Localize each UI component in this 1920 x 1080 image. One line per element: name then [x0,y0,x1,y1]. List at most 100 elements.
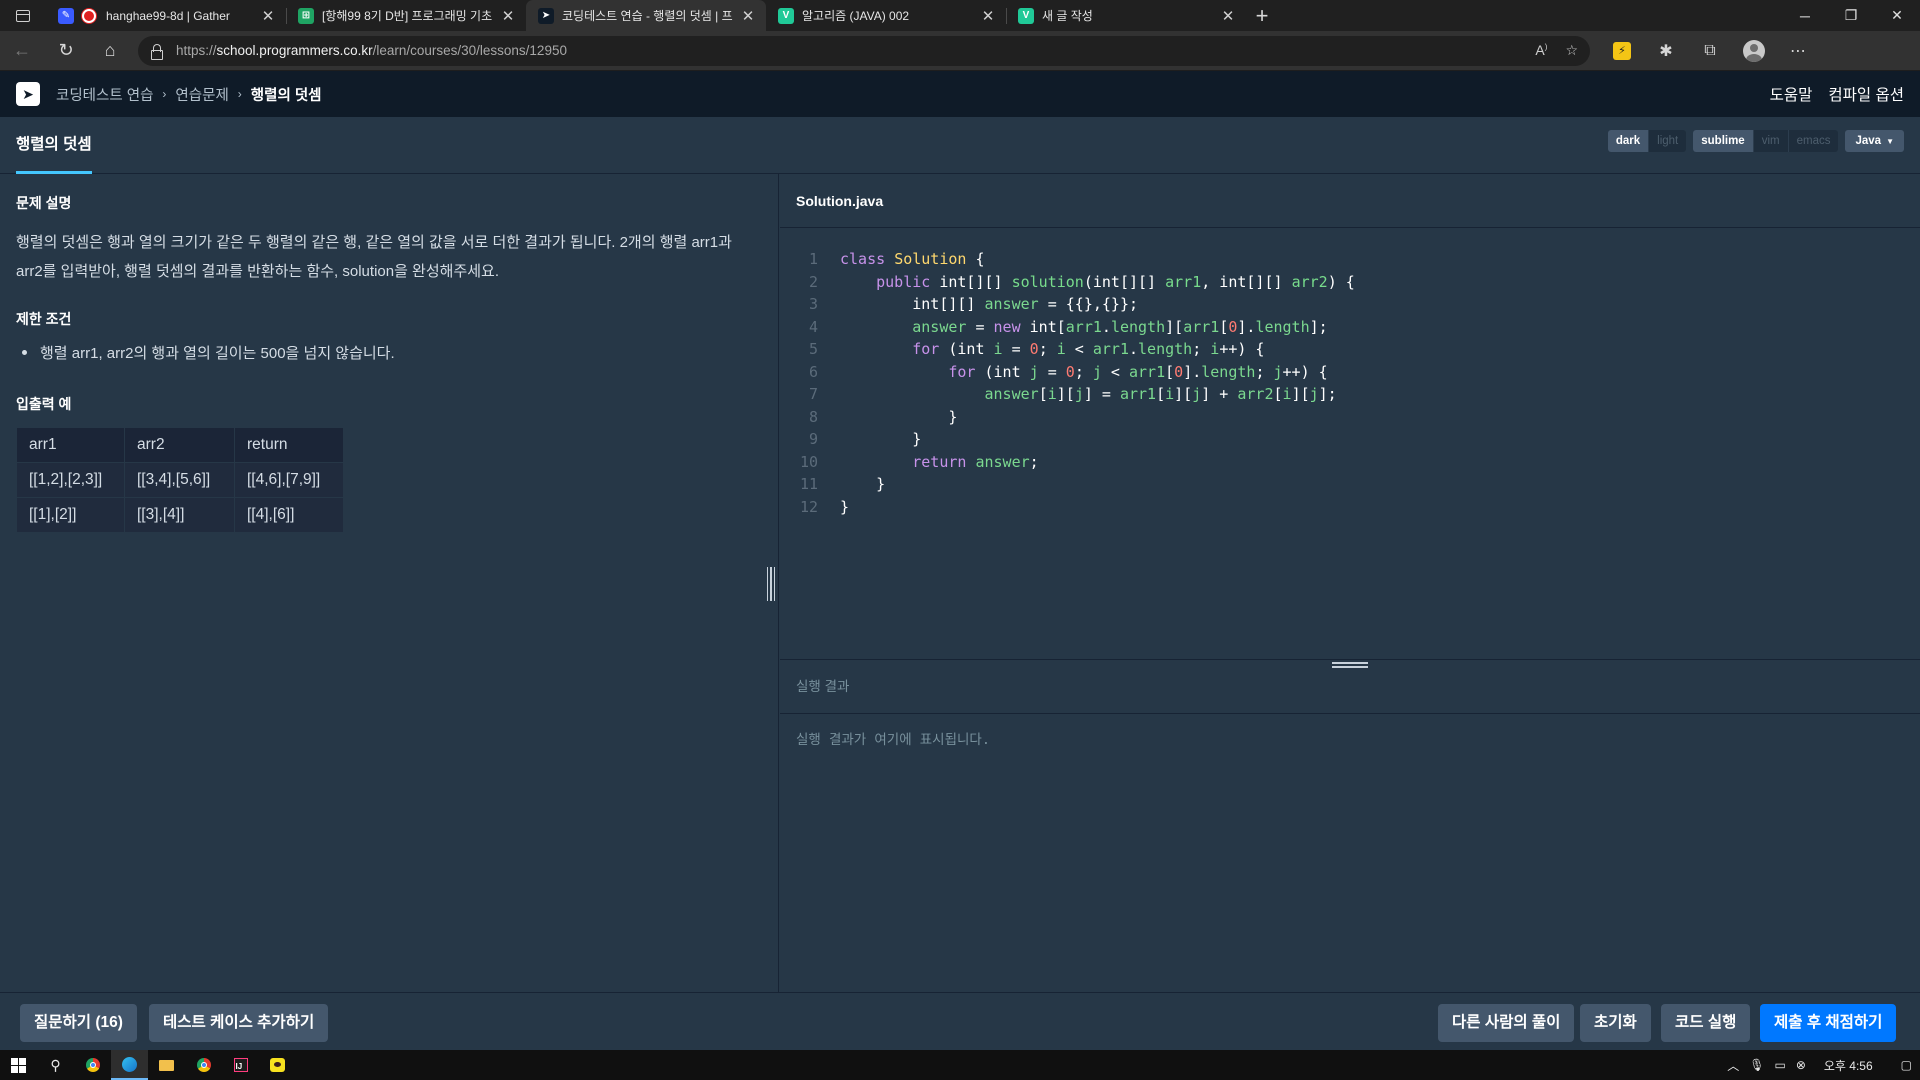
code-line: 6 for (int j = 0; j < arr1[0].length; j+… [780,361,1920,384]
notification-icon[interactable]: ▢ [1901,1058,1912,1072]
breadcrumb-coding-test[interactable]: 코딩테스트 연습 [56,84,153,105]
url-scheme: https:// [176,43,217,58]
theme-light-button[interactable]: light [1648,130,1686,152]
velog-favicon-icon: V [778,7,794,24]
url-host: school.programmers.co.kr [216,43,373,58]
language-select-value: Java [1855,135,1882,147]
address-bar-row: ← ↻ ⌂ https://school.programmers.co.kr/l… [0,31,1920,71]
window-controls: ─ ❐ ✕ [1782,0,1920,31]
programmers-logo[interactable]: ➤ [16,82,40,106]
intellij-idea-icon[interactable]: IJ [222,1050,259,1080]
chevron-right-icon: › [162,87,167,101]
constraints-list: 행렬 arr1, arr2의 행과 열의 길이는 500을 넘지 않습니다. [22,342,395,363]
reset-button[interactable]: 초기화 [1580,1004,1651,1042]
submit-button[interactable]: 제출 후 채점하기 [1760,1004,1897,1042]
code-line: 11 } [780,473,1920,496]
code-editor[interactable]: 1 class Solution { 2 public int[][] solut… [780,228,1920,659]
network-off-icon[interactable]: ⊗ [1796,1058,1806,1072]
tab-close-icon[interactable]: ✕ [740,7,756,25]
edge-icon[interactable] [111,1050,148,1080]
collections-icon[interactable]: ⧉ [1688,40,1732,62]
url-field[interactable]: https://school.programmers.co.kr/learn/c… [138,35,1590,66]
compile-options-link[interactable]: 컴파일 옵션 [1828,83,1904,105]
language-select[interactable]: Java ▼ [1845,130,1904,152]
chevron-right-icon: › [237,87,242,101]
browser-tab-velog-algorithm[interactable]: V 알고리즘 (JAVA) 002 ✕ [766,0,1006,31]
browser-tab-velog-write[interactable]: V 새 글 작성 ✕ [1006,0,1246,31]
system-tray: ︿ 🎙 ▭ ⊗ 오후 4:56 ▢ [1727,1057,1920,1074]
lesson-title-bar: 행렬의 덧셈 dark light sublime vim emacs Java… [0,117,1920,174]
table-cell: [[4,6],[7,9]] [234,462,344,498]
theme-dark-button[interactable]: dark [1607,130,1649,152]
chrome-icon[interactable] [74,1050,111,1080]
line-number: 4 [808,317,818,336]
browser-tab-programmers[interactable]: ➤ 코딩테스트 연습 - 행렬의 덧셈 | 프 ✕ [526,0,766,31]
line-number: 8 [808,407,818,426]
refresh-icon[interactable]: ↻ [44,40,88,61]
panel-resize-handle[interactable] [767,567,775,601]
add-testcase-button[interactable]: 테스트 케이스 추가하기 [149,1004,329,1042]
code-line: 7 answer[i][j] = arr1[i][j] + arr2[i][j]… [780,383,1920,406]
tab-close-icon[interactable]: ✕ [980,7,996,25]
table-row: [[1],[2]] [[3],[4]] [[4],[6]] [16,497,344,533]
back-icon[interactable]: ← [0,40,44,61]
line-number: 12 [799,497,818,516]
chrome-profile-icon[interactable] [185,1050,222,1080]
keymap-vim-button[interactable]: vim [1752,130,1788,152]
breadcrumb-current: 행렬의 덧셈 [250,87,322,104]
code-line: 5 for (int i = 0; i < arr1.length; i++) … [780,338,1920,361]
question-button[interactable]: 질문하기 (16) [20,1004,137,1042]
others-solution-button[interactable]: 다른 사람의 풀이 [1438,1004,1575,1042]
kakaotalk-icon[interactable] [259,1050,296,1080]
help-link[interactable]: 도움말 [1770,83,1813,105]
keymap-sublime-button[interactable]: sublime [1693,130,1753,152]
table-cell: [[3],[4]] [124,497,235,533]
chevron-up-icon[interactable]: ︿ [1727,1057,1739,1074]
keymap-emacs-button[interactable]: emacs [1787,130,1839,152]
description-heading: 문제 설명 [16,195,72,211]
browser-tab-strip: ✎ hanghae99-8d | Gather ✕ ⊞ [항해99 8기 D반]… [0,0,1920,31]
lesson-title-tab[interactable]: 행렬의 덧셈 [16,117,92,174]
line-number: 2 [808,272,818,291]
tab-close-icon[interactable]: ✕ [260,7,276,25]
extension-icon[interactable]: ⚡ [1600,40,1644,62]
result-resize-handle[interactable] [1332,662,1368,672]
system-clock[interactable]: 오후 4:56 [1824,1057,1873,1074]
close-window-icon[interactable]: ✕ [1874,0,1920,31]
search-icon[interactable]: ⚲ [37,1050,74,1080]
home-icon[interactable]: ⌂ [88,40,132,61]
line-number: 10 [799,452,818,471]
restore-icon[interactable]: ❐ [1828,0,1874,31]
lock-icon[interactable] [150,43,163,60]
tab-actions-menu-icon[interactable] [0,0,46,31]
new-tab-button[interactable]: + [1246,0,1278,31]
keymap-toggle: sublime vim emacs [1693,130,1839,152]
favorite-star-icon[interactable]: ☆ [1565,42,1578,59]
browser-tab-gather[interactable]: ✎ hanghae99-8d | Gather ✕ [46,0,286,31]
minimize-icon[interactable]: ─ [1782,0,1828,31]
file-explorer-icon[interactable] [148,1050,185,1080]
io-example-table: arr1 arr2 return [[1,2],[2,3]] [[3,4],[5… [16,427,344,533]
velog-favicon-icon: V [1018,7,1034,24]
windows-start-icon[interactable] [0,1050,37,1080]
microphone-icon[interactable]: 🎙 [1749,1058,1764,1072]
tab-title: 코딩테스트 연습 - 행렬의 덧셈 | 프 [562,9,733,23]
browser-tab-sheets[interactable]: ⊞ [항해99 8기 D반] 프로그래밍 기초 주 ✕ [286,0,526,31]
editor-options: dark light sublime vim emacs Java ▼ [1607,130,1904,152]
line-number: 11 [799,475,818,493]
read-aloud-icon[interactable]: A) [1535,42,1547,59]
run-code-button[interactable]: 코드 실행 [1661,1004,1751,1042]
tab-close-icon[interactable]: ✕ [1220,7,1236,25]
tab-close-icon[interactable]: ✕ [500,7,516,25]
profile-avatar[interactable] [1732,39,1776,62]
table-cell: [[1,2],[2,3]] [16,462,125,498]
more-menu-icon[interactable]: ⋯ [1776,40,1820,62]
extensions-puzzle-icon[interactable]: ✱ [1644,40,1688,62]
tab-title: hanghae99-8d | Gather [106,8,230,23]
battery-icon[interactable]: ▭ [1774,1058,1785,1072]
table-header: return [234,427,344,463]
line-number: 6 [808,362,818,381]
table-header-row: arr1 arr2 return [16,427,344,463]
tab-title: [항해99 8기 D반] 프로그래밍 기초 주 [322,9,494,23]
breadcrumb-practice[interactable]: 연습문제 [175,84,228,105]
